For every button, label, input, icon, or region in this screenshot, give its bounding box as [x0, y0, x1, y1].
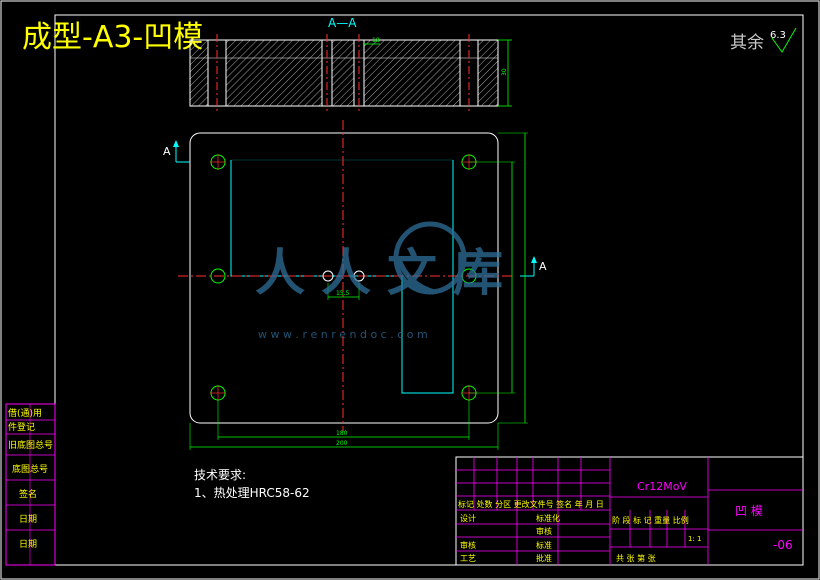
section-cut-marker-left: A: [163, 140, 190, 163]
section-cut-marker-right: A: [520, 256, 547, 277]
title-block-stage-row: 阶 段 标 记 重量 比例: [612, 515, 689, 525]
watermark-url: w w w . r e n r e n d o c . c o m: [258, 328, 428, 341]
drawing-title: 成型-A3-凹模: [22, 20, 203, 55]
tech-requirement-item: 1、热处理HRC58-62: [194, 486, 310, 500]
title-block-label-standard: 标准: [536, 540, 552, 550]
title-block: 标记 处数 分区 更改文件号 签名 年 月 日 设计 标准化 审核 审核 标准 …: [455, 456, 804, 566]
dim-overall-width: 200: [336, 440, 348, 447]
watermark: 人人文库 w w w . r e n r e n d o c . c o m: [255, 221, 519, 341]
title-block-label-audit: 审核: [460, 540, 476, 550]
arrow-up-icon: [173, 140, 179, 147]
title-block-label-process: 工艺: [460, 554, 476, 563]
title-block-label-design: 设计: [460, 513, 476, 523]
watermark-text: 人人文库: [255, 244, 519, 302]
section-marker-left-label: A: [163, 145, 171, 158]
section-body: [189, 39, 499, 107]
surface-finish-value: 6.3: [770, 30, 786, 41]
section-dim-thickness: 30: [501, 68, 508, 76]
tech-requirements-heading: 技术要求:: [194, 468, 246, 482]
left-strip-label-5: 签名: [19, 488, 37, 500]
title-block-label-review: 审核: [536, 526, 552, 536]
scale: 1: 1: [688, 535, 702, 543]
cad-drawing: 成型-A3-凹模 其余 6.3 A—A 30 18 A A 15.5 180 2…: [0, 0, 820, 580]
part-name: 凹 模: [735, 504, 763, 518]
surface-finish-prefix: 其余: [730, 33, 764, 53]
surface-finish-symbol: 其余 6.3: [730, 27, 797, 53]
title-block-label-approve: 批准: [536, 553, 552, 563]
section-label: A—A: [328, 16, 357, 30]
title-block-sheet-row: 共 张 第 张: [616, 553, 656, 563]
left-strip-label-7: 日期: [19, 539, 37, 550]
section-dim-small: 18: [372, 37, 380, 44]
left-strip-label-4: 底图总号: [12, 463, 48, 475]
section-view: A—A 30 18: [189, 16, 512, 112]
section-marker-right-label: A: [539, 260, 547, 273]
left-strip-label-6: 日期: [19, 514, 37, 525]
arrow-up-icon: [531, 256, 537, 263]
left-strip-label-1: 借(通)用: [8, 407, 42, 419]
title-block-header-row: 标记 处数 分区 更改文件号 签名 年 月 日: [458, 499, 604, 509]
dim-hole-centers: 180: [336, 430, 348, 437]
material: Cr12MoV: [637, 480, 687, 493]
left-strip: 借(通)用 件登记 旧底图总号 底图总号 签名 日期 日期: [5, 403, 56, 566]
title-block-label-standardization: 标准化: [536, 513, 560, 523]
drawing-number: -06: [773, 538, 793, 552]
left-strip-label-3: 旧底图总号: [8, 439, 53, 451]
left-strip-label-2: 件登记: [8, 421, 35, 433]
